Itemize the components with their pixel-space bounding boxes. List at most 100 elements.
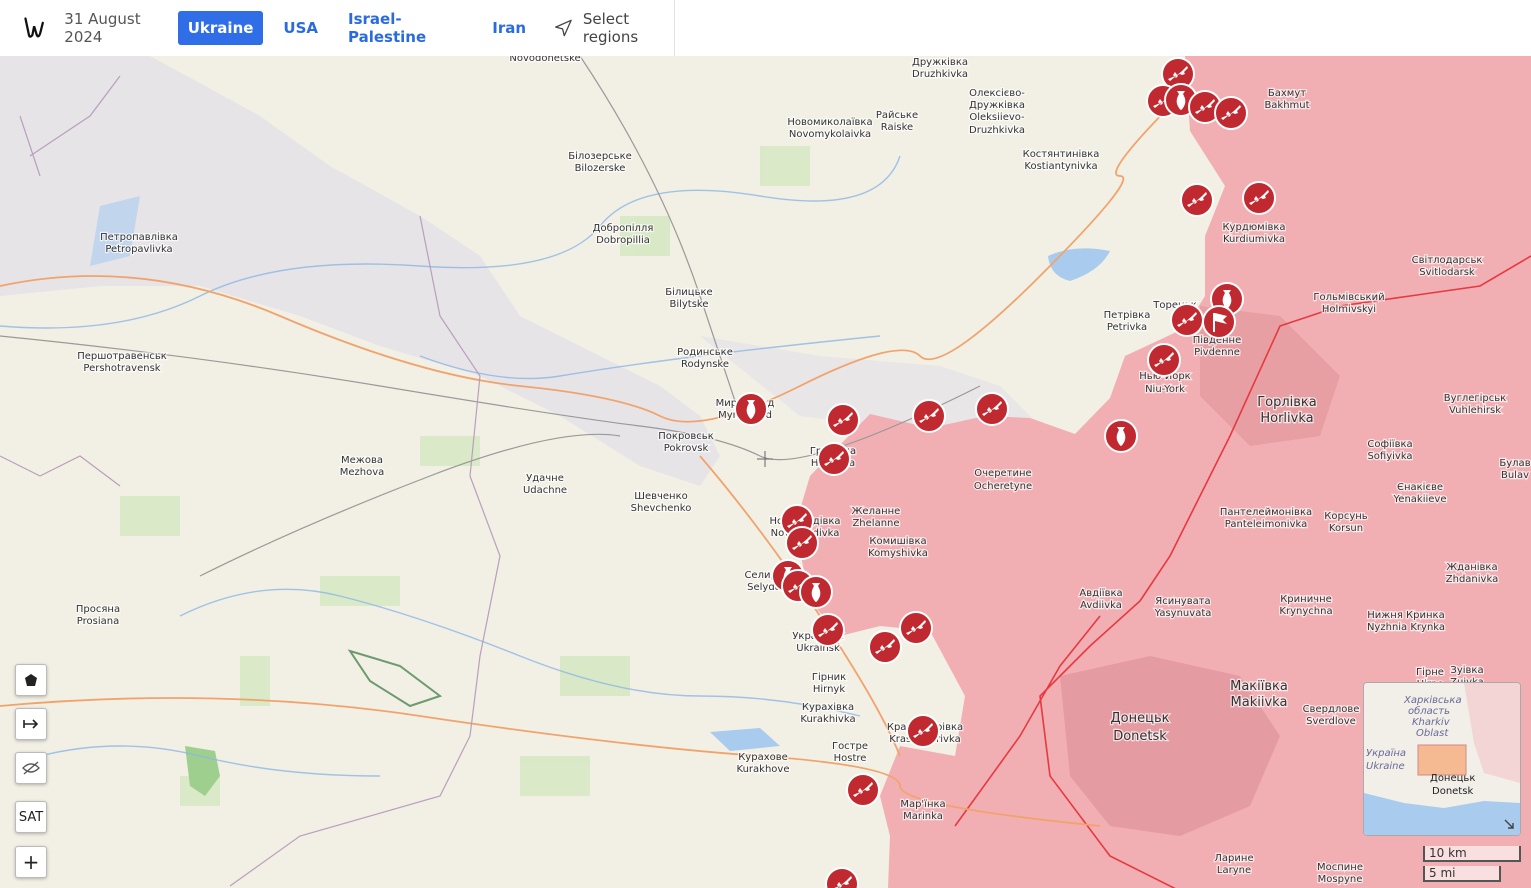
select-regions-label: Select regions	[582, 10, 639, 46]
pentagon-icon	[25, 674, 37, 686]
minimap-label: Kharkiv	[1412, 717, 1451, 728]
place-label: Шевченко	[634, 491, 688, 502]
place-label: Bakhmut	[1264, 100, 1309, 111]
place-label: Krynychna	[1279, 606, 1332, 617]
rifle-event-marker[interactable]	[868, 630, 902, 664]
place-label: Комишівка	[869, 535, 926, 547]
place-label: Ларине	[1214, 853, 1253, 864]
flag-event-marker[interactable]	[1202, 305, 1236, 339]
place-label: Зуівка	[1450, 664, 1483, 676]
place-label: Петрівка	[1104, 309, 1151, 321]
top-bar: 31 August 2024 Ukraine USA Israel-Palest…	[0, 0, 675, 56]
place-label: Бахмут	[1268, 88, 1306, 99]
place-label: Дружківка	[969, 99, 1025, 111]
rifle-event-marker[interactable]	[1147, 343, 1181, 377]
place-label: Druzhkivka	[969, 125, 1025, 136]
place-label: Криничне	[1280, 594, 1332, 605]
select-regions-button[interactable]: Select regions	[554, 10, 674, 46]
rifle-event-marker[interactable]	[899, 611, 933, 645]
minimap-label: Oblast	[1416, 728, 1449, 739]
place-label: Межова	[341, 455, 383, 466]
place-label: Курахове	[738, 752, 788, 763]
place-label: Білозерське	[568, 150, 632, 162]
date-label: 31 August 2024	[64, 10, 141, 46]
place-label: Софіївка	[1367, 438, 1412, 450]
place-label: Dobropillia	[596, 235, 650, 246]
place-label: Добропілля	[593, 222, 654, 234]
place-label: Korsun	[1329, 523, 1363, 534]
bomb-event-marker[interactable]	[1104, 419, 1138, 453]
tab-usa[interactable]: USA	[273, 11, 328, 45]
place-label: Zhdanivka	[1446, 574, 1498, 585]
minimap-label: Україна	[1366, 748, 1406, 759]
place-label: Райське	[876, 110, 918, 121]
place-label: Вуглегірськ	[1444, 392, 1506, 404]
place-label: Horlivka	[1260, 411, 1313, 426]
rifle-event-marker[interactable]	[826, 403, 860, 437]
place-label: Ясинувата	[1155, 596, 1210, 607]
rifle-event-marker[interactable]	[1180, 183, 1214, 217]
rifle-event-marker[interactable]	[906, 714, 940, 748]
place-label: Marinka	[903, 811, 943, 822]
hide-layer-button[interactable]	[15, 752, 47, 784]
rifle-event-marker[interactable]	[785, 526, 819, 560]
place-label: Udachne	[523, 485, 567, 496]
place-label: Petrivka	[1107, 322, 1147, 333]
top-bar-blank	[675, 0, 1531, 56]
draw-polygon-button[interactable]	[15, 664, 47, 696]
minimap-canvas: ХарківськаобластьKharkivOblast Ukraine Укр…	[1364, 683, 1520, 835]
place-label: Олексієво-	[969, 87, 1025, 99]
place-label: Kurakhove	[737, 764, 790, 775]
measure-button[interactable]	[15, 708, 47, 740]
place-label: Zhelanne	[852, 518, 899, 529]
bomb-event-marker[interactable]	[799, 575, 833, 609]
place-label: Vuhlehirsk	[1449, 405, 1501, 416]
place-label: Petropavlivka	[105, 244, 172, 255]
place-label: Makiivka	[1231, 695, 1288, 710]
rifle-event-marker[interactable]	[975, 392, 1009, 426]
map-canvas[interactable]: Novodonetske ДружківкаDruzhkivkaОлексієво…	[0, 56, 1531, 888]
place-label: Гольмівський	[1313, 291, 1384, 303]
place-label: Oleksiievo-	[969, 112, 1025, 123]
minimap-label: Ukraine	[1366, 761, 1405, 772]
place-label: Горлівка	[1257, 395, 1317, 410]
bomb-event-marker[interactable]	[734, 392, 768, 426]
place-label: Петропавлівка	[100, 231, 178, 243]
place-label: Курахівка	[802, 701, 854, 713]
rifle-event-marker[interactable]	[1242, 181, 1276, 215]
rifle-event-marker[interactable]	[912, 399, 946, 433]
arrow-right-bar-icon	[23, 719, 39, 729]
satellite-toggle-button[interactable]: SAT	[15, 801, 47, 833]
place-label: Гостре	[832, 741, 868, 752]
tab-ukraine[interactable]: Ukraine	[177, 11, 264, 45]
place-label: Novomykolaivka	[789, 129, 871, 140]
zoom-in-button[interactable]: +	[15, 846, 47, 878]
rifle-event-marker[interactable]	[846, 773, 880, 807]
place-label: Pershotravensk	[83, 363, 160, 374]
logo-icon[interactable]	[22, 14, 46, 42]
rifle-event-marker[interactable]	[811, 613, 845, 647]
place-label: Удачне	[526, 473, 564, 484]
place-label: Raiske	[881, 122, 913, 133]
place-label: Bulav	[1501, 470, 1529, 481]
navigation-arrow-icon	[555, 19, 572, 37]
place-label: Druzhkivka	[912, 69, 968, 80]
place-label: Yasynuvata	[1154, 608, 1212, 619]
place-label: Holmivskyi	[1322, 304, 1376, 315]
place-label: Kostiantynivka	[1024, 161, 1097, 172]
rifle-event-marker[interactable]	[1170, 303, 1204, 337]
place-label: Novodonetske	[509, 56, 580, 64]
tab-iran[interactable]: Iran	[482, 11, 536, 45]
rifle-event-marker[interactable]	[817, 442, 851, 476]
place-label: Просяна	[76, 604, 120, 615]
minimap-label: Донецьк	[1430, 773, 1475, 784]
tab-israel-palestine[interactable]: Israel-Palestine	[338, 2, 472, 54]
rifle-event-marker[interactable]	[1214, 96, 1248, 130]
eye-off-icon	[22, 761, 40, 775]
overview-minimap[interactable]: Харківська область Kharkiv Oblast Ukraine Укр…	[1363, 682, 1521, 836]
expand-icon[interactable]	[1504, 819, 1514, 829]
place-label: Komyshivka	[868, 548, 928, 559]
place-label: Hirnyk	[813, 684, 845, 695]
place-label: Макіївка	[1230, 679, 1288, 694]
scale-bar-mi: 5 mi	[1423, 866, 1501, 882]
